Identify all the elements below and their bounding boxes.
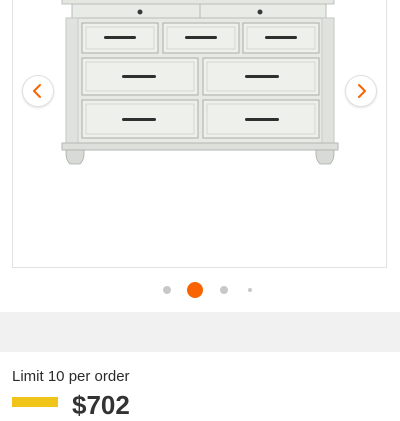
carousel-pagination [0, 282, 400, 298]
carousel-dot-1[interactable] [163, 286, 171, 294]
carousel-prev-button[interactable] [22, 75, 54, 107]
order-limit-text: Limit 10 per order [12, 368, 130, 385]
product-image-dresser[interactable] [0, 0, 400, 270]
carousel-dot-4[interactable] [248, 288, 252, 292]
carousel-next-button[interactable] [345, 75, 377, 107]
chevron-right-icon [358, 84, 366, 98]
carousel-dot-3[interactable] [220, 286, 228, 294]
price-value: $702 [72, 390, 130, 420]
carousel-dot-2-active[interactable] [187, 282, 203, 298]
promo-badge [12, 397, 58, 407]
section-divider [0, 312, 400, 352]
chevron-left-icon [33, 84, 41, 98]
